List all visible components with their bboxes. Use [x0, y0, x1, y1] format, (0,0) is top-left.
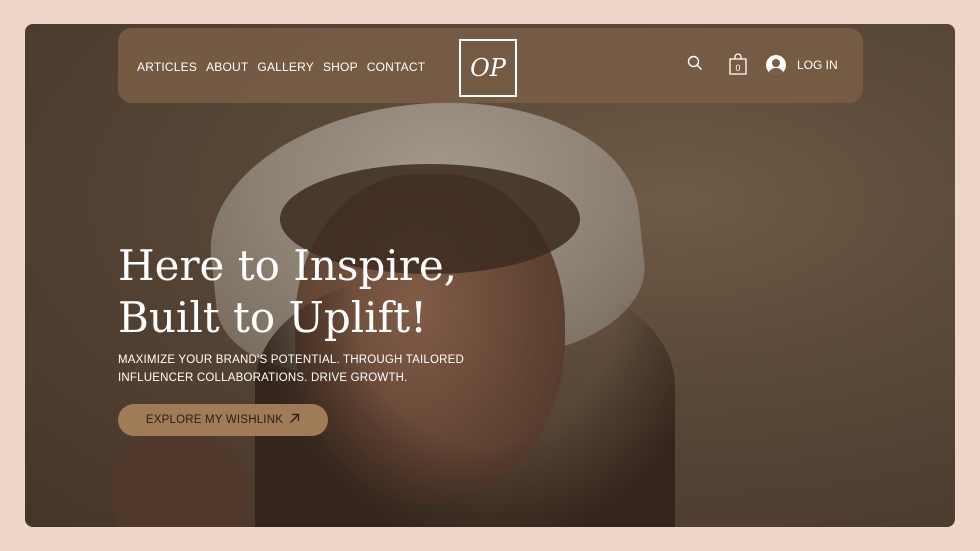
explore-wishlink-button[interactable]: EXPLORE MY WISHLINK [118, 404, 328, 436]
nav-link-shop[interactable]: SHOP [323, 60, 358, 74]
hero-title: Here to Inspire, Built to Uplift! [118, 240, 538, 344]
hero-title-line-1: Here to Inspire, [118, 241, 458, 290]
hero-subtitle-line-2: INFLUENCER COLLABORATIONS. DRIVE GROWTH. [118, 372, 408, 384]
nav-links: ARTICLES ABOUT GALLERY SHOP CONTACT [137, 60, 425, 74]
nav-link-articles[interactable]: ARTICLES [137, 60, 197, 74]
top-navbar: ARTICLES ABOUT GALLERY SHOP CONTACT OP 0 [118, 28, 863, 103]
logo-monogram: OP [470, 54, 506, 82]
cta-label: EXPLORE MY WISHLINK [145, 414, 284, 426]
arrow-up-right-icon [289, 413, 300, 427]
site-frame: ARTICLES ABOUT GALLERY SHOP CONTACT OP 0 [25, 24, 955, 527]
nav-link-about[interactable]: ABOUT [206, 60, 248, 74]
hero-subtitle-line-1: MAXIMIZE YOUR BRAND'S POTENTIAL. THROUGH… [118, 354, 464, 366]
login-label: LOG IN [797, 58, 838, 72]
nav-link-contact[interactable]: CONTACT [367, 60, 426, 74]
shopping-bag-icon[interactable]: 0 [729, 53, 747, 80]
cart-count: 0 [735, 63, 740, 73]
login-button[interactable]: LOG IN [766, 55, 838, 75]
search-icon[interactable] [687, 55, 703, 76]
hero-subtitle: MAXIMIZE YOUR BRAND'S POTENTIAL. THROUGH… [118, 351, 498, 387]
site-logo[interactable]: OP [459, 39, 517, 97]
nav-link-gallery[interactable]: GALLERY [257, 60, 314, 74]
hero-title-line-2: Built to Uplift! [118, 293, 427, 342]
user-avatar-icon [766, 55, 786, 75]
